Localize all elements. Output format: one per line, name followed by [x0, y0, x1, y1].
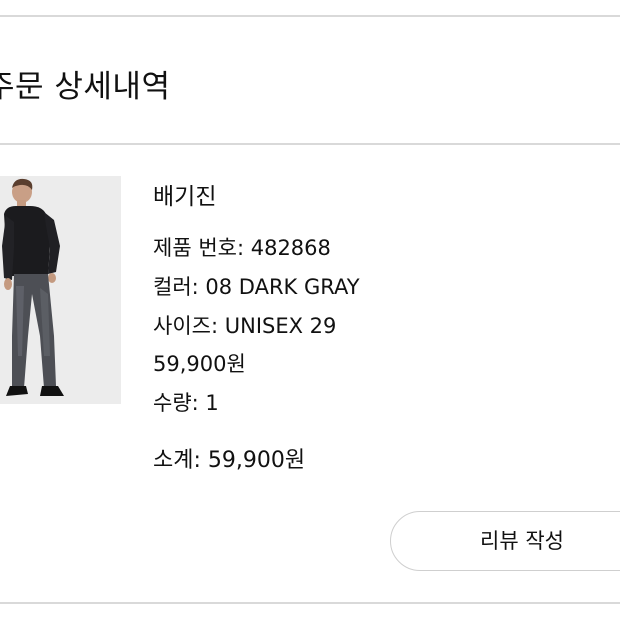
- write-review-button[interactable]: 리뷰 작성: [390, 511, 620, 571]
- subtotal-label: 소계:: [153, 448, 201, 473]
- page-title: 주문 상세내역: [0, 69, 171, 105]
- color-value: 08 DARK GRAY: [205, 275, 360, 299]
- product-number-row: 제품 번호: 482868: [153, 233, 331, 263]
- product-image[interactable]: [0, 176, 121, 404]
- quantity-label: 수량:: [153, 391, 199, 415]
- color-label: 컬러:: [153, 275, 199, 299]
- price-value: 59,900원: [153, 352, 246, 376]
- subtotal-row: 소계: 59,900원: [153, 446, 305, 476]
- product-number-label: 제품 번호:: [153, 236, 245, 260]
- top-divider: [0, 15, 620, 17]
- size-value: UNISEX 29: [224, 314, 337, 338]
- bottom-divider: [0, 602, 620, 604]
- subtotal-value: 59,900원: [207, 448, 306, 473]
- product-photo-icon: [0, 176, 121, 404]
- product-name[interactable]: 배기진: [153, 182, 216, 212]
- order-detail-page: 주문 상세내역 배기진 제품 번호: 482868 컬러: 08 DARK GR…: [0, 0, 620, 620]
- section-divider: [0, 143, 620, 145]
- write-review-label: 리뷰 작성: [480, 529, 564, 553]
- quantity-row: 수량: 1: [153, 388, 219, 418]
- product-number-value: 482868: [250, 236, 331, 260]
- size-label: 사이즈:: [153, 314, 219, 338]
- quantity-value: 1: [205, 391, 219, 415]
- size-row: 사이즈: UNISEX 29: [153, 311, 336, 341]
- color-row: 컬러: 08 DARK GRAY: [153, 272, 360, 302]
